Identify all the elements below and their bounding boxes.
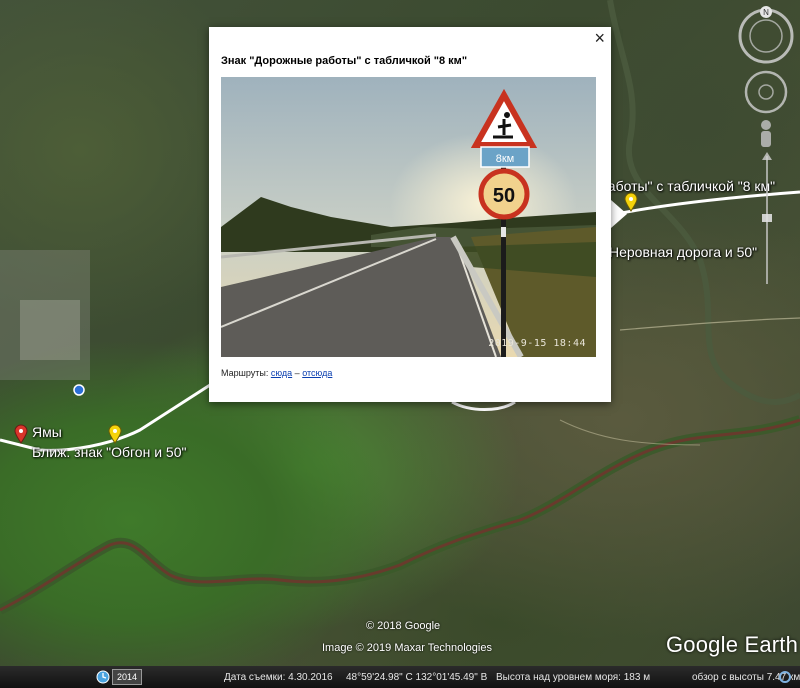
sign-roadworks-label[interactable]: работы" с табличкой "8 км" <box>600 178 775 194</box>
placemark-balloon: × Знак "Дорожные работы" с табличкой "8 … <box>209 27 611 402</box>
capture-date: Дата съемки: 4.30.2016 <box>224 672 333 683</box>
route-from-link[interactable]: отсюда <box>302 368 332 378</box>
google-earth-logo: Google Earth <box>666 632 799 657</box>
roadside-photo-illustration: 8км 50 <box>221 77 596 357</box>
route-to-link[interactable]: сюда <box>271 368 292 378</box>
place-marker-icon[interactable] <box>73 384 85 396</box>
elevation-readout: Высота над уровнем моря: 183 м <box>496 672 651 683</box>
village-label[interactable]: Ямы <box>32 424 62 440</box>
popup-pointer <box>611 200 627 228</box>
zoom-slider[interactable] <box>758 150 776 290</box>
north-label: N <box>763 8 769 17</box>
sign-uneven-road-label[interactable]: "Неровная дорога и 50" <box>604 244 757 260</box>
village-pin-icon[interactable] <box>14 424 28 444</box>
streaming-indicator-icon <box>779 671 791 683</box>
coordinates-readout: 48°59'24.98" С 132°01'45.49" В <box>346 672 488 683</box>
copyright-google: © 2018 Google <box>366 620 441 632</box>
speed-limit-text: 50 <box>493 185 515 207</box>
routes-row: Маршруты: сюда – отсюда <box>221 368 332 378</box>
street-view-person-icon[interactable] <box>756 118 776 154</box>
close-icon[interactable]: × <box>594 29 605 47</box>
sign-overtake-pin-icon[interactable] <box>108 424 122 444</box>
imagery-year-badge[interactable]: 2014 <box>112 669 142 685</box>
photo-timestamp: 2019-9-15 18:44 <box>488 338 586 349</box>
distance-plate-text: 8км <box>496 153 515 165</box>
route-separator: – <box>294 368 300 378</box>
historical-imagery-clock-icon[interactable] <box>96 670 110 684</box>
look-joystick-icon[interactable] <box>742 68 790 116</box>
copyright-maxar: Image © 2019 Maxar Technologies <box>322 642 492 654</box>
balloon-title: Знак "Дорожные работы" с табличкой "8 км… <box>221 55 468 67</box>
balloon-photo[interactable]: 8км 50 2019-9-15 18:44 <box>221 77 596 357</box>
routes-label: Маршруты: <box>221 368 269 378</box>
compass-ring-icon[interactable]: N <box>736 6 796 66</box>
sign-overtake-label[interactable]: Ближ. знак "Обгон и 50" <box>32 444 186 460</box>
